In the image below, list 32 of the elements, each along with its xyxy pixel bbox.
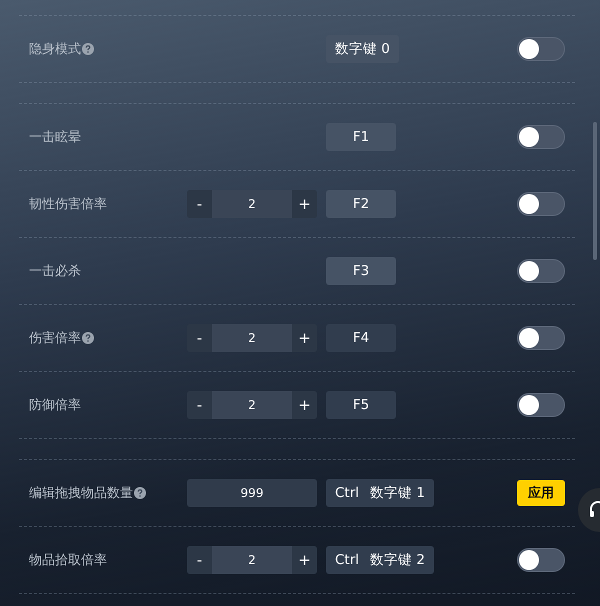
toggle-switch[interactable] — [517, 393, 565, 417]
setting-label: 编辑拖拽物品数量 — [29, 485, 133, 502]
hotkey-button[interactable]: F1 — [326, 123, 396, 151]
toggle-switch[interactable] — [517, 259, 565, 283]
setting-label: 隐身模式 — [29, 41, 81, 58]
hotkey-button[interactable]: F2 — [326, 190, 396, 218]
setting-label: 伤害倍率 — [29, 330, 81, 347]
hotkey-button[interactable]: Ctrl 数字键 2 — [326, 546, 434, 574]
setting-label: 韧性伤害倍率 — [29, 196, 107, 213]
hotkey-button[interactable]: F4 — [326, 324, 396, 352]
toggle-switch[interactable] — [517, 192, 565, 216]
number-input[interactable]: 999 — [187, 479, 317, 507]
help-icon[interactable] — [134, 487, 146, 499]
apply-button[interactable]: 应用 — [517, 480, 565, 506]
help-icon[interactable] — [82, 43, 94, 55]
hotkey-button[interactable]: F3 — [326, 257, 396, 285]
hotkey-button[interactable]: F5 — [326, 391, 396, 419]
stepper-value[interactable]: 2 — [212, 324, 292, 352]
toggle-switch[interactable] — [517, 548, 565, 572]
setting-label: 物品拾取倍率 — [29, 552, 107, 569]
toggle-switch[interactable] — [517, 37, 565, 61]
stepper-value[interactable]: 2 — [212, 190, 292, 218]
help-icon[interactable] — [82, 332, 94, 344]
stepper-value[interactable]: 2 — [212, 546, 292, 574]
toggle-switch[interactable] — [517, 326, 565, 350]
toggle-switch[interactable] — [517, 125, 565, 149]
hotkey-button[interactable]: Ctrl 数字键 1 — [326, 479, 434, 507]
setting-label: 一击必杀 — [29, 263, 81, 280]
hotkey-button[interactable]: 数字键 0 — [326, 35, 399, 63]
setting-label: 防御倍率 — [29, 397, 81, 414]
stepper-value[interactable]: 2 — [212, 391, 292, 419]
setting-label: 一击眩晕 — [29, 129, 81, 146]
